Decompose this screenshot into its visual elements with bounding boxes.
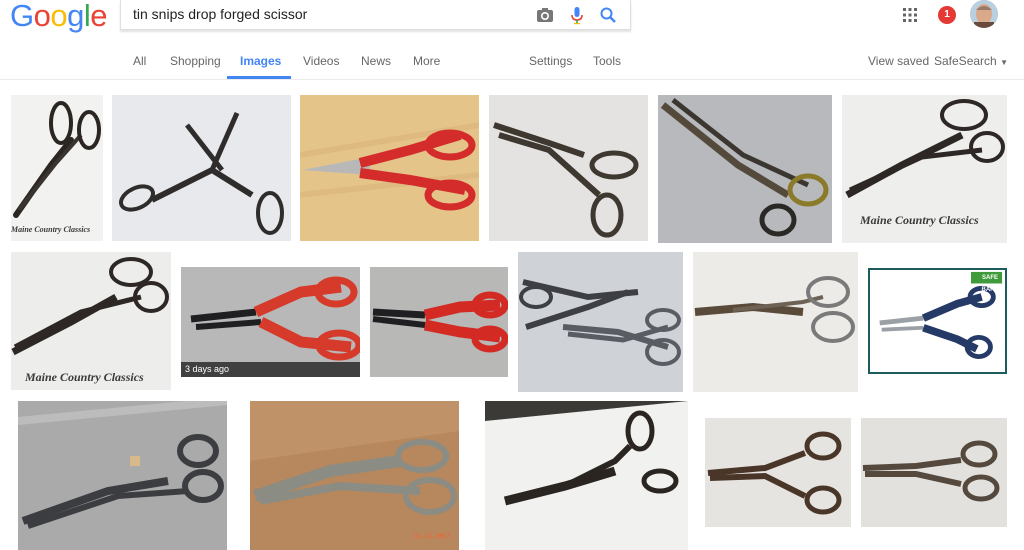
logo-letter-g: G bbox=[10, 0, 34, 33]
image-result[interactable]: Maine Country Classics bbox=[842, 95, 1007, 243]
tab-more[interactable]: More bbox=[413, 54, 440, 68]
image-age-caption: 3 days ago bbox=[181, 362, 360, 377]
notification-count: 1 bbox=[944, 9, 950, 20]
tab-images[interactable]: Images bbox=[240, 54, 281, 68]
watermark-text: Maine Country Classics bbox=[860, 213, 979, 227]
tab-tools[interactable]: Tools bbox=[593, 54, 621, 68]
image-result[interactable] bbox=[693, 252, 858, 392]
google-logo[interactable]: Google bbox=[10, 0, 108, 33]
image-result[interactable] bbox=[485, 401, 688, 550]
tab-videos[interactable]: Videos bbox=[303, 54, 339, 68]
image-results-grid: Maine Country Classics Maine Country Cla… bbox=[0, 84, 1024, 550]
image-result[interactable] bbox=[112, 95, 291, 241]
date-stamp: 11-21-2017 bbox=[414, 533, 451, 540]
safesearch-label: SafeSearch bbox=[934, 54, 997, 68]
image-result[interactable] bbox=[489, 95, 648, 241]
search-input[interactable]: tin snips drop forged scissor bbox=[120, 0, 631, 30]
brand-badge: SAFE BARS bbox=[981, 275, 999, 293]
logo-letter-g2: g bbox=[67, 0, 84, 33]
tab-settings[interactable]: Settings bbox=[529, 54, 572, 68]
watermark-text: Maine Country Classics bbox=[11, 225, 91, 234]
image-result[interactable] bbox=[370, 267, 508, 377]
logo-letter-o1: o bbox=[33, 0, 51, 33]
avatar[interactable] bbox=[970, 0, 998, 28]
chevron-down-icon: ▼ bbox=[1000, 58, 1008, 67]
tab-all[interactable]: All bbox=[133, 54, 146, 68]
tab-news[interactable]: News bbox=[361, 54, 391, 68]
search-query[interactable]: tin snips drop forged scissor bbox=[133, 6, 307, 22]
header: Google tin snips drop forged scissor 1 A… bbox=[0, 0, 1024, 80]
image-result[interactable]: Maine Country Classics bbox=[11, 95, 103, 241]
tab-shopping[interactable]: Shopping bbox=[170, 54, 221, 68]
image-result[interactable] bbox=[300, 95, 479, 241]
image-result[interactable]: SAFE BARS bbox=[868, 268, 1007, 374]
notification-badge[interactable]: 1 bbox=[938, 6, 956, 24]
image-result[interactable]: Maine Country Classics bbox=[11, 252, 171, 390]
apps-grid-icon[interactable] bbox=[902, 7, 918, 23]
search-tabs: All Shopping Images Videos News More Set… bbox=[0, 46, 1024, 80]
safesearch-dropdown[interactable]: SafeSearch ▼ bbox=[934, 54, 1008, 68]
watermark-text: Maine Country Classics bbox=[25, 370, 144, 384]
image-result[interactable] bbox=[658, 95, 832, 243]
image-result[interactable]: 11-21-2017 bbox=[250, 401, 459, 550]
view-saved-link[interactable]: View saved bbox=[868, 54, 929, 68]
logo-letter-e: e bbox=[90, 0, 108, 33]
search-icon[interactable] bbox=[597, 4, 619, 26]
image-result[interactable] bbox=[705, 418, 851, 527]
image-result[interactable] bbox=[518, 252, 683, 392]
image-result[interactable]: 3 days ago bbox=[181, 267, 360, 377]
camera-icon[interactable] bbox=[534, 4, 556, 26]
image-result[interactable] bbox=[18, 401, 227, 550]
image-result[interactable] bbox=[861, 418, 1007, 527]
logo-letter-o2: o bbox=[50, 0, 68, 33]
microphone-icon[interactable] bbox=[566, 4, 588, 26]
active-tab-indicator bbox=[227, 76, 291, 79]
